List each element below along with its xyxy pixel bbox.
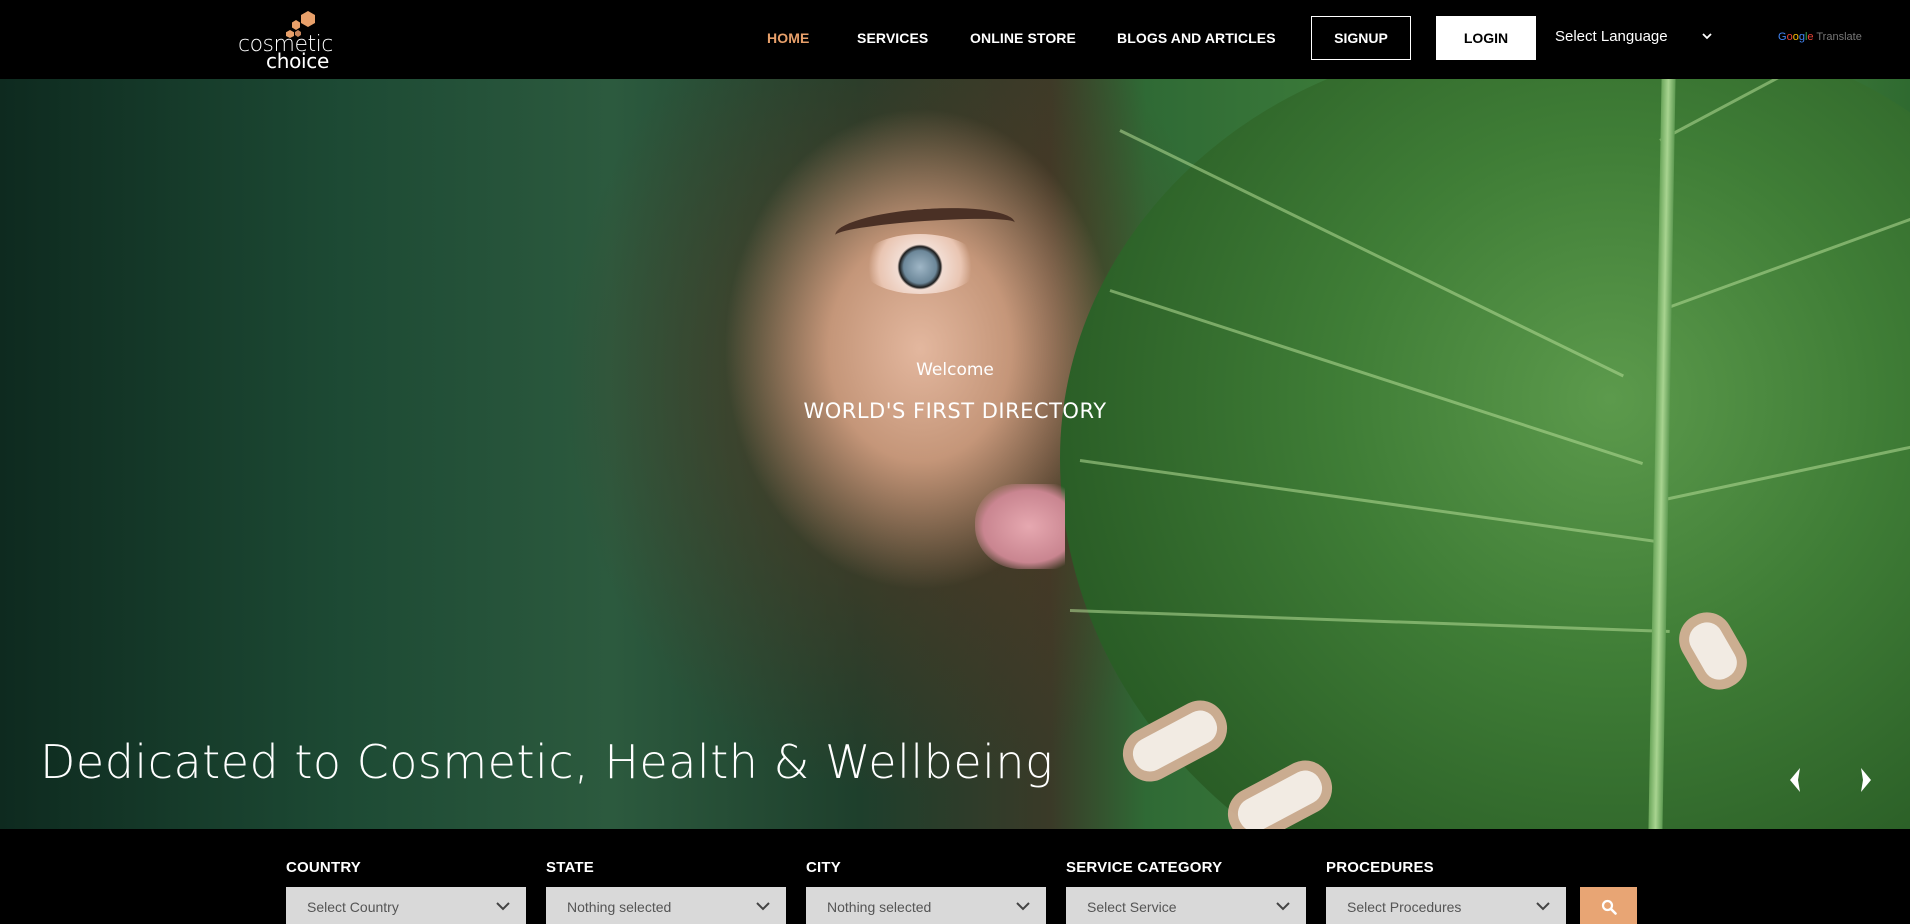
login-button[interactable]: LOGIN <box>1436 16 1536 60</box>
chevron-right-icon[interactable] <box>1855 765 1877 795</box>
procedures-select-value: Select Procedures <box>1347 899 1462 915</box>
city-label: CITY <box>806 859 841 876</box>
nav-online-store[interactable]: ONLINE STORE <box>970 30 1076 46</box>
google-brand: Google <box>1778 31 1814 43</box>
logo[interactable]: cosmetic choice <box>236 10 336 72</box>
procedures-select[interactable]: Select Procedures <box>1326 887 1566 924</box>
hero-subtitle: WORLD'S FIRST DIRECTORY <box>803 399 1107 423</box>
chevron-down-icon <box>1536 902 1550 911</box>
nav-home[interactable]: HOME <box>767 30 809 46</box>
nav-services[interactable]: SERVICES <box>857 30 928 46</box>
chevron-down-icon <box>756 902 770 911</box>
procedures-label: PROCEDURES <box>1326 859 1434 876</box>
country-label: COUNTRY <box>286 859 362 876</box>
language-select[interactable]: Select Language <box>1555 28 1713 50</box>
search-icon <box>1601 899 1617 915</box>
eye <box>860 234 980 294</box>
logo-text-choice: choice <box>266 49 329 73</box>
hero-banner: Welcome WORLD'S FIRST DIRECTORY Dedicate… <box>0 79 1910 829</box>
service-category-select-value: Select Service <box>1087 899 1177 915</box>
chevron-down-icon <box>1276 902 1290 911</box>
hero-welcome: Welcome <box>916 360 994 380</box>
city-select-value: Nothing selected <box>827 899 932 915</box>
chevron-down-icon <box>1016 902 1030 911</box>
state-label: STATE <box>546 859 594 876</box>
language-select-value: Select Language <box>1555 28 1668 45</box>
service-category-label: SERVICE CATEGORY <box>1066 859 1223 876</box>
signup-button[interactable]: SIGNUP <box>1311 16 1411 60</box>
chevron-left-icon[interactable] <box>1784 765 1806 795</box>
country-select[interactable]: Select Country <box>286 887 526 924</box>
country-select-value: Select Country <box>307 899 399 915</box>
lips <box>975 484 1065 569</box>
service-category-select[interactable]: Select Service <box>1066 887 1306 924</box>
chevron-down-icon <box>496 902 510 911</box>
state-select[interactable]: Nothing selected <box>546 887 786 924</box>
hero-title: Dedicated to Cosmetic, Health & Wellbein… <box>40 735 1054 789</box>
search-button[interactable] <box>1580 887 1637 924</box>
google-translate-link[interactable]: Google Translate <box>1778 31 1862 43</box>
nav-blogs-and-articles[interactable]: BLOGS AND ARTICLES <box>1117 30 1276 46</box>
state-select-value: Nothing selected <box>567 899 672 915</box>
chevron-down-icon <box>1702 33 1712 40</box>
city-select[interactable]: Nothing selected <box>806 887 1046 924</box>
translate-label: Translate <box>1816 31 1862 43</box>
site-header: cosmetic choice HOME SERVICES ONLINE STO… <box>0 0 1910 79</box>
